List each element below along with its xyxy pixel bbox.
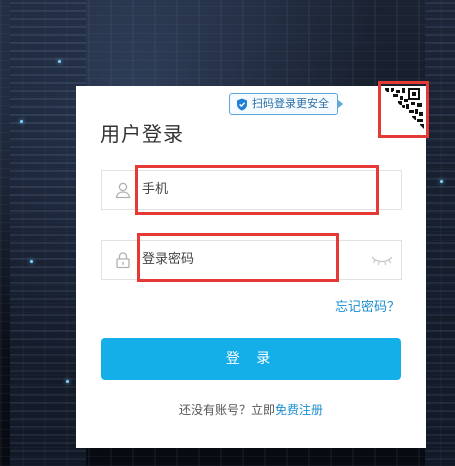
password-field[interactable]: 登录密码 bbox=[101, 240, 402, 280]
register-prompt: 还没有账号？立即免费注册 bbox=[76, 401, 426, 418]
server-led bbox=[30, 260, 33, 263]
server-led bbox=[66, 380, 69, 383]
server-rack bbox=[425, 0, 455, 466]
lock-icon bbox=[116, 252, 130, 269]
forgot-password-link[interactable]: 忘记密码？ bbox=[335, 296, 400, 315]
eye-closed-icon[interactable] bbox=[371, 253, 393, 267]
phone-field[interactable]: 手机 bbox=[101, 170, 402, 210]
login-title: 用户登录 bbox=[100, 122, 184, 146]
phone-field-text: 手机 bbox=[142, 182, 169, 197]
qr-tip-text: 扫码登录更安全 bbox=[252, 97, 329, 110]
qr-login-tip[interactable]: 扫码登录更安全 bbox=[229, 93, 343, 115]
qr-code-icon bbox=[381, 86, 426, 131]
user-icon bbox=[115, 182, 131, 199]
password-field-text: 登录密码 bbox=[142, 252, 195, 267]
register-link[interactable]: 免费注册 bbox=[275, 403, 323, 417]
login-card: 用户登录 扫码登录更安全 手机 登录密码 忘记密码？ 登 录 还没有账号？立即免… bbox=[76, 86, 426, 448]
qr-code-toggle[interactable] bbox=[381, 86, 426, 131]
server-led bbox=[20, 120, 23, 123]
register-prompt-text: 还没有账号？立即 bbox=[178, 403, 275, 417]
server-rack bbox=[10, 0, 48, 466]
server-led bbox=[58, 60, 61, 63]
server-led bbox=[440, 180, 443, 183]
login-button[interactable]: 登 录 bbox=[101, 338, 401, 380]
shield-check-icon bbox=[237, 98, 247, 110]
